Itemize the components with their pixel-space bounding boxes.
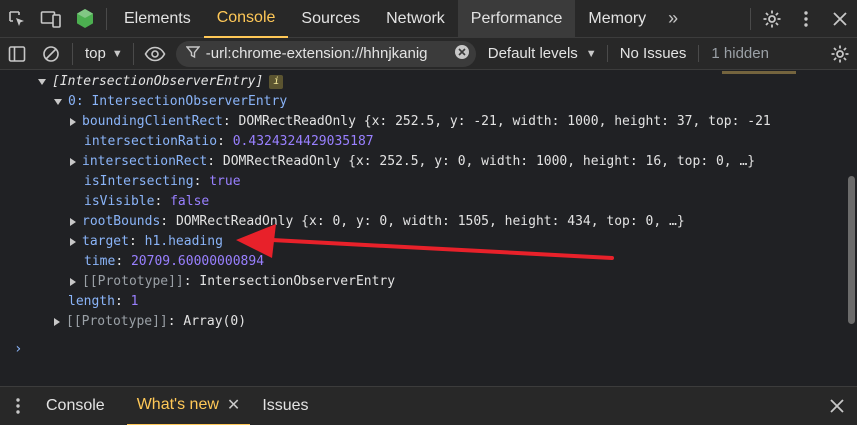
drawer-tab-label: Console [46, 397, 105, 414]
tab-network[interactable]: Network [373, 0, 458, 38]
close-devtools-icon[interactable] [823, 0, 857, 38]
console-toolbar: top ▼ -url:chrome-extension://hhnjkanig … [0, 38, 857, 70]
toolbar-separator [72, 42, 73, 65]
more-options-kebab-icon[interactable] [789, 0, 823, 38]
prop-value: 1 [130, 294, 139, 309]
prop-key: boundingClientRect [82, 114, 223, 129]
drawer-tab-whats-new[interactable]: What's new ✕ [126, 387, 251, 425]
expand-triangle-icon[interactable] [70, 117, 76, 126]
inspect-element-icon[interactable] [0, 0, 34, 38]
device-toolbar-icon[interactable] [34, 0, 68, 38]
bottom-drawer: Console What's new ✕ Issues [0, 386, 857, 425]
prop-value: Array(0) [183, 314, 247, 329]
dropdown-triangle-icon: ▼ [111, 47, 123, 60]
toggle-sidebar-icon[interactable] [0, 38, 34, 70]
tree-row-length: length: 1 [68, 294, 139, 309]
prop-key: time [84, 254, 116, 269]
prop-key: isIntersecting [84, 174, 194, 189]
collapse-triangle-icon[interactable] [54, 98, 62, 105]
drawer-tab-label: Issues [262, 397, 309, 414]
prop-key: rootBounds [82, 214, 161, 229]
prop-value: false [170, 194, 210, 209]
tree-row-isvisible: isVisible: false [84, 194, 210, 209]
tab-memory[interactable]: Memory [575, 0, 659, 38]
tree-row-intersectionratio: intersectionRatio: 0.4324324429035187 [84, 134, 374, 149]
prop-value: true [209, 174, 241, 189]
tree-row-time: time: 20709.60000000894 [84, 254, 265, 269]
prop-key: intersectionRatio [84, 134, 218, 149]
prop-key: isVisible [84, 194, 155, 209]
expand-triangle-icon[interactable] [70, 237, 76, 246]
settings-gear-icon[interactable] [755, 0, 789, 38]
live-expression-eye-icon[interactable] [138, 38, 172, 70]
tree-row-prototype[interactable]: [[Prototype]]: IntersectionObserverEntry [70, 272, 395, 292]
more-tabs-chevron-icon[interactable]: » [659, 0, 687, 38]
prop-value: DOMRectReadOnly {x: 252.5, y: 0, width: … [222, 154, 756, 169]
context-selector-label: top [85, 45, 106, 62]
tab-separator [750, 7, 751, 30]
prop-key: [[Prototype]] [66, 314, 168, 329]
toolbar-separator [132, 42, 134, 65]
prop-value: 20709.60000000894 [130, 254, 265, 269]
scrollbar-thumb[interactable] [848, 176, 855, 324]
info-badge-icon[interactable]: i [269, 74, 284, 89]
array-summary: [IntersectionObserverEntry] [52, 74, 264, 89]
tree-row-boundingclientrect[interactable]: boundingClientRect: DOMRectReadOnly {x: … [70, 112, 771, 132]
devtools-tabbar: Elements Console Sources Network Perform… [0, 0, 857, 38]
expand-triangle-icon[interactable] [70, 277, 76, 286]
prop-value: IntersectionObserverEntry [199, 274, 396, 289]
tab-sources[interactable]: Sources [288, 0, 373, 38]
hidden-messages-count: 1 hidden [698, 45, 779, 62]
drawer-tab-console[interactable]: Console [36, 387, 115, 425]
expand-triangle-icon[interactable] [70, 217, 76, 226]
clear-console-icon[interactable] [34, 38, 68, 70]
previous-message-strip [722, 71, 796, 74]
target-element-link[interactable]: h1.heading [145, 234, 223, 249]
dropdown-triangle-icon: ▼ [585, 47, 597, 60]
tree-row-isintersecting: isIntersecting: true [84, 174, 241, 189]
filter-funnel-icon [185, 45, 201, 63]
tab-performance[interactable]: Performance [457, 0, 576, 38]
prop-value: DOMRectReadOnly {x: 0, y: 0, width: 1505… [175, 214, 685, 229]
console-filter-input[interactable]: -url:chrome-extension://hhnjkanig [175, 40, 476, 67]
issues-counter[interactable]: No Issues [606, 45, 699, 62]
expand-triangle-icon[interactable] [54, 317, 60, 326]
tree-row-intersectionrect[interactable]: intersectionRect: DOMRectReadOnly {x: 25… [70, 152, 755, 172]
console-settings-gear-icon[interactable] [823, 38, 857, 70]
log-levels-dropdown[interactable]: Default levels ▼ [476, 45, 607, 62]
prop-value: DOMRectReadOnly {x: 252.5, y: -21, width… [238, 114, 771, 129]
console-prompt-caret[interactable]: › [14, 341, 22, 357]
drawer-tab-label: What's new [136, 396, 219, 413]
tree-row-target[interactable]: target: h1.heading [70, 232, 223, 252]
tab-console[interactable]: Console [203, 0, 289, 38]
log-levels-label: Default levels [487, 45, 578, 62]
collapse-triangle-icon[interactable] [38, 78, 46, 85]
drawer-menu-kebab-icon[interactable] [0, 387, 36, 425]
tree-row-rootbounds[interactable]: rootBounds: DOMRectReadOnly {x: 0, y: 0,… [70, 212, 685, 232]
prop-key: target [82, 234, 129, 249]
close-tab-icon[interactable]: ✕ [227, 395, 240, 415]
tab-elements[interactable]: Elements [111, 0, 204, 38]
context-selector[interactable]: top ▼ [77, 38, 129, 70]
expand-triangle-icon[interactable] [70, 157, 76, 166]
entry-key: 0: IntersectionObserverEntry [68, 94, 288, 109]
tab-separator [106, 7, 107, 30]
prop-key: intersectionRect [82, 154, 208, 169]
tree-row-entry[interactable]: 0: IntersectionObserverEntry [54, 92, 287, 112]
tree-row-array-prototype[interactable]: [[Prototype]]: Array(0) [54, 312, 246, 332]
prop-key: length [68, 294, 115, 309]
log-array-header[interactable]: [IntersectionObserverEntry] i [38, 72, 284, 92]
close-drawer-icon[interactable] [817, 387, 857, 425]
drawer-tab-issues[interactable]: Issues [252, 387, 318, 425]
filter-value: -url:chrome-extension://hhnjkanig [205, 45, 428, 62]
console-scrollbar[interactable] [846, 71, 857, 386]
extension-hexagon-icon[interactable] [68, 0, 102, 38]
console-output: [IntersectionObserverEntry] i 0: Intersec… [0, 71, 846, 386]
prop-value: 0.4324324429035187 [232, 134, 374, 149]
clear-filter-icon[interactable] [454, 44, 470, 64]
prop-key: [[Prototype]] [82, 274, 184, 289]
